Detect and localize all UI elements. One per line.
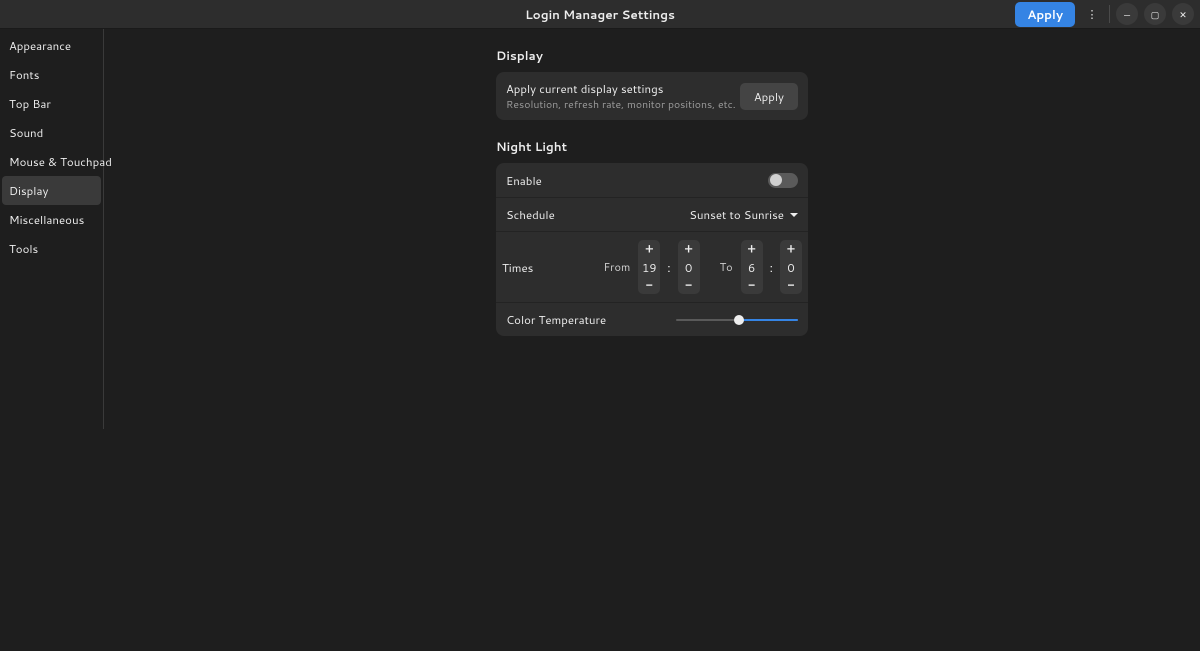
from-min-up[interactable]: +	[678, 240, 700, 258]
section-title-night-light: Night Light	[496, 138, 808, 155]
sidebar-item-label: Appearance	[9, 37, 71, 54]
to-min-down[interactable]: −	[780, 276, 802, 294]
sidebar-item-mouse-touchpad[interactable]: Mouse & Touchpad	[2, 147, 101, 176]
from-min-value[interactable]: 0	[685, 258, 692, 276]
slider-wrap	[606, 313, 798, 327]
from-hour-up[interactable]: +	[638, 240, 660, 258]
sidebar-item-tools[interactable]: Tools	[2, 234, 101, 263]
slider-thumb[interactable]	[734, 315, 744, 325]
sidebar-item-display[interactable]: Display	[2, 176, 101, 205]
row-color-temperature-label: Color Temperature	[506, 311, 606, 328]
content: Appearance Fonts Top Bar Sound Mouse & T…	[0, 29, 1200, 651]
row-times: Times From + 19 − : + 0 −	[496, 231, 808, 302]
from-hour-down[interactable]: −	[638, 276, 660, 294]
to-hour-up[interactable]: +	[741, 240, 763, 258]
sidebar-item-label: Miscellaneous	[9, 211, 84, 228]
sidebar-item-label: Sound	[9, 124, 43, 141]
sidebar-item-label: Display	[9, 182, 48, 199]
sidebar-item-label: Fonts	[9, 66, 39, 83]
schedule-value: Sunset to Sunrise	[689, 206, 784, 223]
group-display: Apply current display settings Resolutio…	[496, 72, 808, 120]
sidebar-item-appearance[interactable]: Appearance	[2, 31, 101, 60]
row-schedule-label: Schedule	[506, 206, 689, 223]
from-hour-stepper: + 19 −	[638, 240, 660, 294]
row-title: Apply current display settings	[506, 80, 740, 97]
to-hour-stepper: + 6 −	[741, 240, 763, 294]
window-minimize-button[interactable]: —	[1116, 3, 1138, 25]
to-hour-value[interactable]: 6	[748, 258, 755, 276]
times-body: From + 19 − : + 0 − To	[601, 240, 802, 294]
row-subtitle: Resolution, refresh rate, monitor positi…	[506, 98, 740, 112]
sidebar-item-label: Mouse & Touchpad	[9, 153, 112, 170]
to-min-stepper: + 0 −	[780, 240, 802, 294]
row-enable: Enable	[496, 163, 808, 197]
settings-column: Display Apply current display settings R…	[496, 47, 808, 336]
colon: :	[666, 259, 671, 276]
group-night-light: Enable Schedule Sunset to Sunrise Times …	[496, 163, 808, 336]
row-color-temperature: Color Temperature	[496, 302, 808, 336]
to-label: To	[720, 259, 733, 275]
more-menu-button[interactable]: ⋮	[1081, 3, 1103, 25]
apply-button[interactable]: Apply	[1015, 2, 1075, 27]
sidebar-item-sound[interactable]: Sound	[2, 118, 101, 147]
sidebar: Appearance Fonts Top Bar Sound Mouse & T…	[0, 29, 104, 429]
apply-display-settings-button[interactable]: Apply	[740, 83, 798, 110]
headerbar-right: Apply ⋮ — ▢ ✕	[1015, 0, 1194, 28]
from-min-stepper: + 0 −	[678, 240, 700, 294]
row-enable-label: Enable	[506, 172, 768, 189]
separator	[1109, 5, 1110, 23]
sidebar-item-label: Tools	[9, 240, 38, 257]
sidebar-item-label: Top Bar	[9, 95, 51, 112]
headerbar: Login Manager Settings Apply ⋮ — ▢ ✕	[0, 0, 1200, 29]
sidebar-item-miscellaneous[interactable]: Miscellaneous	[2, 205, 101, 234]
from-min-down[interactable]: −	[678, 276, 700, 294]
color-temperature-slider[interactable]	[676, 313, 798, 327]
row-text: Apply current display settings Resolutio…	[506, 80, 740, 112]
enable-switch[interactable]	[768, 173, 798, 188]
chevron-down-icon	[790, 213, 798, 217]
colon: :	[769, 259, 774, 276]
from-hour-value[interactable]: 19	[642, 258, 657, 276]
window-maximize-button[interactable]: ▢	[1144, 3, 1166, 25]
row-apply-display-settings: Apply current display settings Resolutio…	[496, 72, 808, 120]
window-close-button[interactable]: ✕	[1172, 3, 1194, 25]
to-min-value[interactable]: 0	[787, 258, 794, 276]
slider-fill	[739, 319, 798, 321]
to-min-up[interactable]: +	[780, 240, 802, 258]
main: Display Apply current display settings R…	[104, 29, 1200, 651]
from-label: From	[603, 259, 630, 275]
switch-knob	[770, 174, 782, 186]
row-schedule[interactable]: Schedule Sunset to Sunrise	[496, 197, 808, 231]
to-hour-down[interactable]: −	[741, 276, 763, 294]
section-title-display: Display	[496, 47, 808, 64]
row-times-label: Times	[502, 259, 582, 276]
sidebar-item-top-bar[interactable]: Top Bar	[2, 89, 101, 118]
sidebar-item-fonts[interactable]: Fonts	[2, 60, 101, 89]
